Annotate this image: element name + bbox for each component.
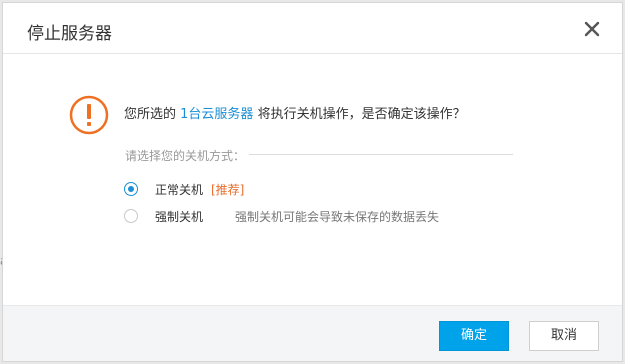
server-count-highlight: 1台云服务器: [180, 107, 254, 122]
question-suffix: 将执行关机操作，是否确定该操作？: [257, 107, 466, 122]
close-icon[interactable]: [584, 21, 600, 37]
option-normal-shutdown[interactable]: 正常关机 [推荐]: [124, 181, 244, 197]
exclamation-icon: [69, 95, 109, 135]
option-force-shutdown[interactable]: 强制关机 强制关机可能会导致未保存的数据丢失: [124, 208, 439, 224]
dialog-header: 停止服务器: [3, 3, 622, 54]
radio-normal-shutdown[interactable]: [124, 182, 138, 196]
recommend-tag: [推荐]: [211, 182, 245, 197]
dialog-footer: 确定 取消: [3, 305, 622, 361]
cancel-button[interactable]: 取消: [529, 321, 599, 351]
option-normal-label: 正常关机: [155, 182, 204, 197]
confirm-question: 您所选的 1台云服务器 将执行关机操作，是否确定该操作？: [124, 103, 466, 122]
force-shutdown-warning: 强制关机可能会导致未保存的数据丢失: [235, 209, 440, 224]
dialog-title: 停止服务器: [27, 24, 112, 44]
option-force-label: 强制关机: [155, 209, 204, 224]
shutdown-mode-label: 请选择您的关机方式：: [125, 147, 250, 164]
stop-server-dialog: 停止服务器 您所选的 1台云服务器 将执行关机操作，是否确定该操作？ 请选择您的…: [2, 2, 623, 362]
question-prefix: 您所选的: [124, 107, 177, 122]
confirm-button[interactable]: 确定: [439, 321, 509, 351]
radio-force-shutdown[interactable]: [124, 209, 138, 223]
